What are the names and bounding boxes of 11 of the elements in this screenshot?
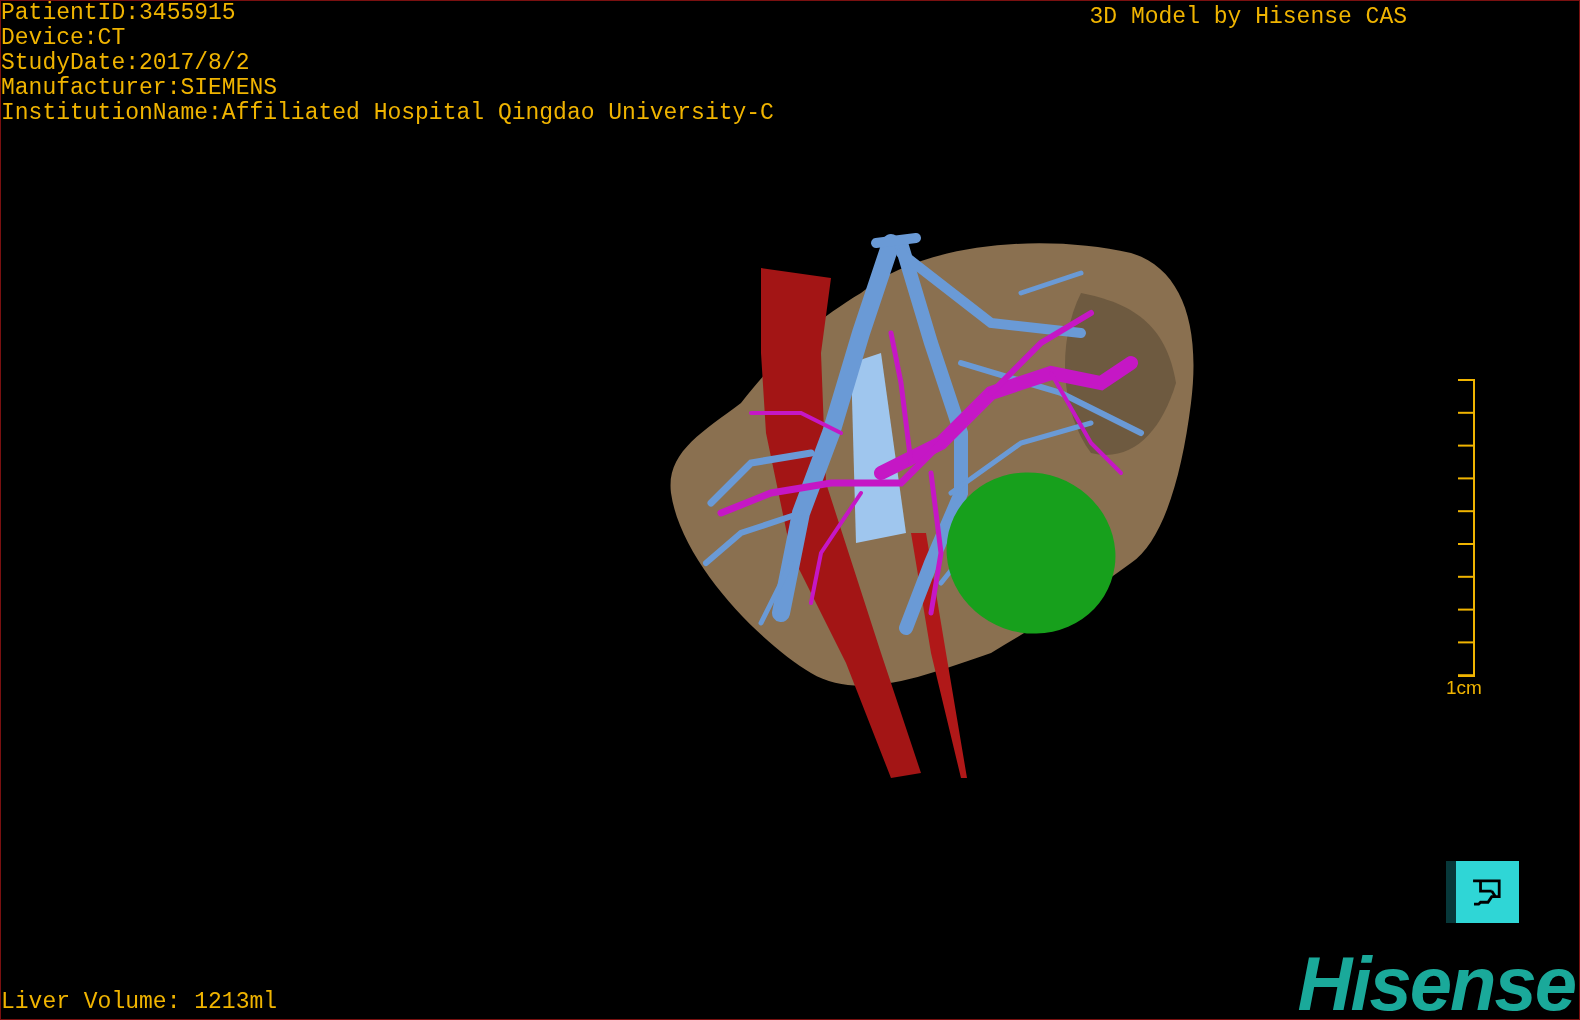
orientation-button[interactable]: [1446, 861, 1519, 923]
study-info-text: StudyDate:2017/8/2: [1, 51, 251, 76]
scale-label: 1cm: [1446, 677, 1482, 699]
caption-text: 3D Model by Hisense CAS: [1089, 3, 1407, 32]
study-info-text: Manufacturer:SIEMENS: [1, 76, 279, 101]
study-info-text: PatientID:3455915: [1, 1, 237, 26]
logo-text: Hisense: [1297, 949, 1576, 1019]
liver-volume-text: Liver Volume: 1213ml: [1, 989, 278, 1017]
study-info-text: InstitutionName:Affiliated Hospital Qingdao University-C: [1, 101, 774, 126]
scale-bar-icon: [1456, 379, 1476, 677]
study-info-text: Device:CT: [1, 26, 127, 51]
